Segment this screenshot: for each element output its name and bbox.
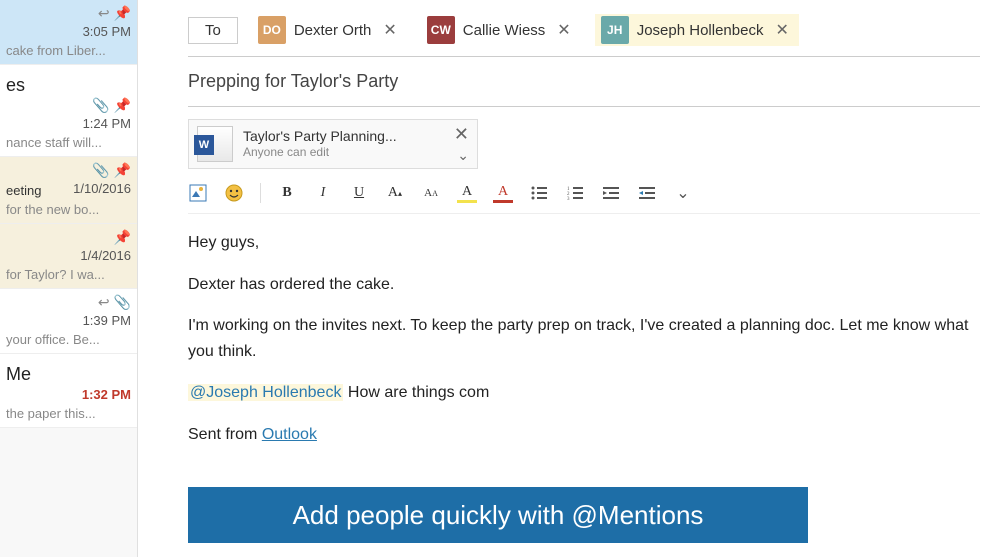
message-preview: your office. Be... (6, 332, 131, 347)
signature-line: Sent from Outlook (188, 422, 980, 448)
reply-icon: ↩ (98, 5, 110, 22)
bullet-list-button[interactable] (529, 183, 549, 203)
format-toolbar: B I U A▴ AA A A 123 ⌄ (188, 183, 980, 214)
remove-recipient-icon[interactable]: ✕ (379, 20, 400, 40)
message-time: 3:05 PM (6, 24, 131, 39)
message-time: 1:39 PM (6, 313, 131, 328)
recipient-name: Joseph Hollenbeck (637, 22, 764, 39)
message-item[interactable]: Me 1:32 PM the paper this... (0, 354, 137, 428)
body-line: Hey guys, (188, 230, 980, 256)
message-item[interactable]: 📌 1/4/2016 for Taylor? I wa... (0, 224, 137, 289)
attachment-icon: 📎 (92, 97, 109, 114)
reply-icon: ↩ (98, 294, 110, 311)
pin-icon: 📌 (114, 229, 131, 246)
body-text: How are things com (343, 384, 489, 401)
attachment-chip[interactable]: W Taylor's Party Planning... Anyone can … (188, 119, 478, 169)
font-color-button[interactable]: A (493, 183, 513, 203)
body-line: @Joseph Hollenbeck How are things com (188, 380, 980, 406)
svg-text:3: 3 (567, 197, 570, 201)
avatar: DO (258, 16, 286, 44)
outdent-button[interactable] (601, 183, 621, 203)
emoji-icon[interactable] (224, 183, 244, 203)
message-body[interactable]: Hey guys, Dexter has ordered the cake. I… (188, 230, 980, 448)
remove-recipient-icon[interactable]: ✕ (553, 20, 574, 40)
more-formatting-icon[interactable]: ⌄ (673, 183, 693, 203)
mentions-banner: Add people quickly with @Mentions (188, 487, 808, 543)
mention-chip[interactable]: @Joseph Hollenbeck (188, 384, 343, 401)
recipient-chip[interactable]: JH Joseph Hollenbeck ✕ (595, 14, 799, 46)
separator (260, 183, 261, 203)
body-line: I'm working on the invites next. To keep… (188, 313, 980, 364)
recipient-name: Callie Wiess (463, 22, 546, 39)
to-row: To DO Dexter Orth ✕ CW Callie Wiess ✕ JH… (188, 0, 980, 57)
number-list-button[interactable]: 123 (565, 183, 585, 203)
word-doc-icon: W (197, 126, 233, 162)
recipient-chip[interactable]: DO Dexter Orth ✕ (252, 14, 407, 46)
avatar: JH (601, 16, 629, 44)
message-time: 1/4/2016 (6, 248, 131, 263)
avatar: CW (427, 16, 455, 44)
message-preview: cake from Liber... (6, 43, 131, 58)
message-list-sidebar: ↩ 📌 3:05 PM cake from Liber... es 📎 📌 1:… (0, 0, 138, 557)
message-time: 1:24 PM (6, 116, 131, 131)
message-title: es (6, 75, 131, 96)
attachment-title: Taylor's Party Planning... (243, 128, 397, 145)
attachment-icon: 📎 (114, 294, 131, 311)
message-title: Me (6, 364, 131, 385)
underline-button[interactable]: U (349, 183, 369, 203)
body-line: Dexter has ordered the cake. (188, 272, 980, 298)
message-item[interactable]: 📎 📌 eeting 1/10/2016 for the new bo... (0, 157, 137, 224)
attachment-subtitle: Anyone can edit (243, 145, 397, 159)
message-preview: the paper this... (6, 406, 131, 421)
message-preview: for the new bo... (6, 202, 131, 217)
message-item[interactable]: ↩ 📎 1:39 PM your office. Be... (0, 289, 137, 354)
recipient-chip[interactable]: CW Callie Wiess ✕ (421, 14, 581, 46)
message-time: 1:32 PM (6, 387, 131, 402)
attachment-options-icon[interactable]: ⌄ (457, 147, 469, 164)
message-title: eeting (6, 183, 41, 198)
bold-button[interactable]: B (277, 183, 297, 203)
insert-image-icon[interactable] (188, 183, 208, 203)
font-size-up-button[interactable]: A▴ (385, 183, 405, 203)
highlight-button[interactable]: A (457, 183, 477, 203)
message-preview: for Taylor? I wa... (6, 267, 131, 282)
signature-link[interactable]: Outlook (262, 426, 317, 443)
recipient-name: Dexter Orth (294, 22, 372, 39)
to-button[interactable]: To (188, 17, 238, 44)
font-size-down-button[interactable]: AA (421, 183, 441, 203)
remove-attachment-icon[interactable]: ✕ (454, 124, 469, 145)
message-item[interactable]: es 📎 📌 1:24 PM nance staff will... (0, 65, 137, 157)
compose-pane: To DO Dexter Orth ✕ CW Callie Wiess ✕ JH… (138, 0, 1000, 557)
italic-button[interactable]: I (313, 183, 333, 203)
pin-icon: 📌 (114, 97, 131, 114)
message-time: 1/10/2016 (73, 181, 131, 198)
signature-prefix: Sent from (188, 426, 262, 443)
pin-icon: 📌 (114, 162, 131, 179)
message-item[interactable]: ↩ 📌 3:05 PM cake from Liber... (0, 0, 137, 65)
indent-button[interactable] (637, 183, 657, 203)
remove-recipient-icon[interactable]: ✕ (771, 20, 792, 40)
message-preview: nance staff will... (6, 135, 131, 150)
pin-icon: 📌 (114, 5, 131, 22)
attachment-icon: 📎 (92, 162, 109, 179)
subject-input[interactable]: Prepping for Taylor's Party (188, 57, 980, 107)
